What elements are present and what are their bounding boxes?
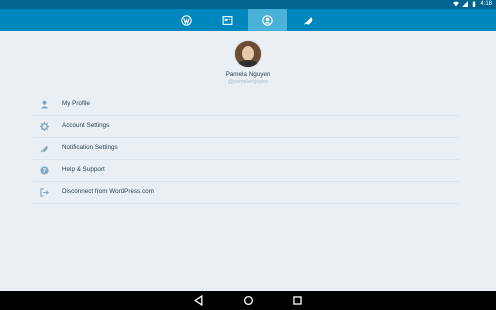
sites-icon [222,15,233,25]
menu-item-disconnect[interactable]: Disconnect from WordPress.com [33,182,459,204]
navigation-bar [0,291,496,310]
signal-icon [462,1,469,7]
menu-item-account-settings[interactable]: Account Settings [33,116,459,138]
person-icon [40,100,49,109]
notifications-icon [304,16,313,25]
tab-me[interactable] [248,9,287,31]
profile-icon [262,14,273,26]
profile-header: Pamela Nguyen @pamelanguyen [0,40,496,85]
back-icon[interactable] [193,295,204,306]
home-icon[interactable] [243,295,254,306]
menu-item-notification-settings[interactable]: Notification Settings [33,138,459,160]
me-menu: My Profile Account Settings Notification… [33,94,459,204]
menu-item-label: Notification Settings [62,144,118,151]
battery-icon [473,1,476,7]
menu-item-label: Disconnect from WordPress.com [62,188,154,195]
recents-icon[interactable] [292,295,303,306]
status-time: 4:18 [480,1,492,7]
tab-reader[interactable] [167,9,206,31]
menu-item-label: My Profile [62,100,90,107]
tab-sites[interactable] [208,9,247,31]
menu-item-label: Help & Support [62,166,105,173]
username: @pamelanguyen [227,79,269,85]
gear-icon [40,122,49,131]
menu-item-label: Account Settings [62,122,110,129]
wordpress-icon [181,14,192,26]
bell-icon [40,145,48,153]
tab-notifications[interactable] [289,9,328,31]
wifi-icon [453,1,460,7]
display-name: Pamela Nguyen [225,71,271,78]
help-icon: ? [40,166,49,175]
status-bar: 4:18 [0,0,496,9]
sign-out-icon [40,188,49,197]
avatar[interactable] [234,40,262,68]
tab-bar [0,9,496,31]
menu-item-my-profile[interactable]: My Profile [33,94,459,116]
menu-item-help-support[interactable]: ? Help & Support [33,160,459,182]
